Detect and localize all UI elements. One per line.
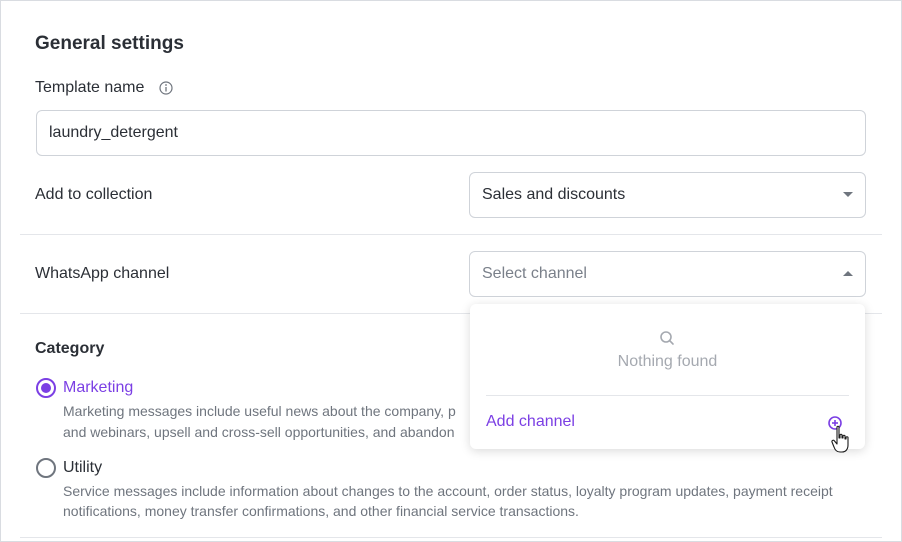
collection-select-value: Sales and discounts [482, 186, 626, 203]
radio-label-marketing[interactable]: Marketing [63, 379, 133, 397]
hand-pointer-cursor-icon [831, 425, 849, 453]
divider [20, 234, 882, 235]
collection-select[interactable]: Sales and discounts [469, 172, 866, 218]
whatsapp-channel-select[interactable]: Select channel [469, 251, 866, 297]
radio-marketing[interactable] [36, 378, 56, 398]
radio-utility[interactable] [36, 458, 56, 478]
marketing-description-line1: Marketing messages include useful news a… [63, 403, 456, 419]
nothing-found-text: Nothing found [617, 353, 718, 370]
chevron-down-icon [843, 192, 853, 197]
divider [20, 537, 882, 538]
marketing-description-line2: and webinars, upsell and cross-sell oppo… [63, 424, 455, 440]
info-icon[interactable] [159, 81, 173, 95]
chevron-up-icon [843, 271, 853, 276]
whatsapp-channel-placeholder: Select channel [482, 265, 587, 282]
radio-label-utility[interactable]: Utility [63, 459, 102, 477]
search-icon [660, 331, 674, 345]
channel-dropdown: Nothing found Add channel [470, 304, 865, 449]
template-name-input[interactable]: laundry_detergent [36, 110, 866, 156]
section-title-general: General settings [35, 33, 184, 54]
collection-label: Add to collection [35, 186, 153, 203]
template-name-label: Template name [35, 79, 145, 96]
settings-panel: General settings Template name laundry_d… [0, 0, 902, 542]
utility-description-line2: notifications, money transfer confirmati… [63, 503, 579, 519]
add-channel-button[interactable]: Add channel [486, 413, 575, 431]
whatsapp-channel-label: WhatsApp channel [35, 265, 170, 282]
utility-description-line1: Service messages include information abo… [63, 483, 833, 499]
category-title: Category [35, 340, 105, 357]
dropdown-divider [486, 395, 849, 396]
